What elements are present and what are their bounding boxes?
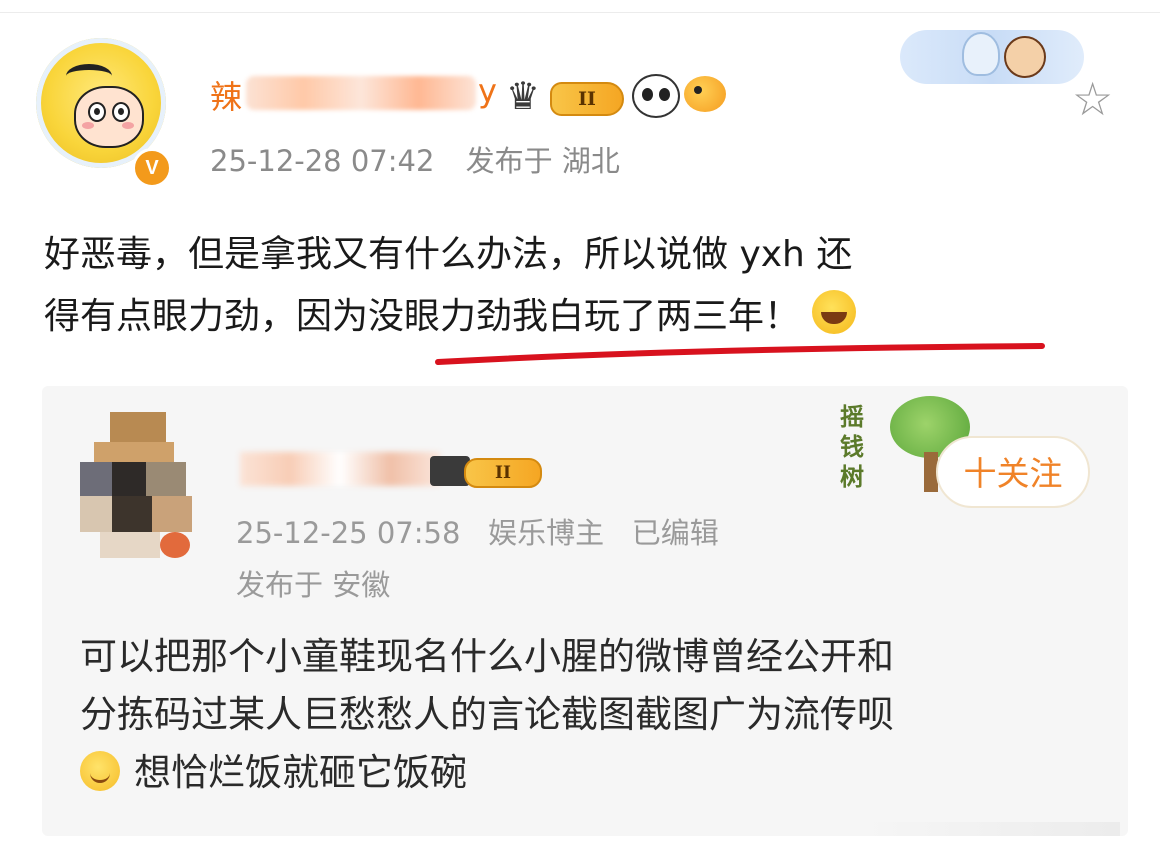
level-pill: II [550, 82, 624, 116]
username-mosaic [246, 76, 476, 110]
pufferfish-icon [684, 76, 726, 112]
avatar-eye-left [88, 102, 106, 122]
avatar-cheek-right [122, 122, 134, 129]
decoration-character-icon [962, 32, 1000, 76]
panda-icon [632, 74, 680, 118]
card-bottom-fade [860, 822, 1120, 836]
repost-author-avatar[interactable] [80, 412, 200, 562]
member-level-badge[interactable]: ♛ II [506, 72, 626, 118]
repost-meta: 25-12-25 07:58 娱乐博主 已编辑 [236, 516, 719, 550]
username-first-char: 辣 [210, 78, 244, 116]
avatar-mosaic-block [94, 442, 174, 464]
smile-emoji-icon [80, 751, 120, 791]
repost-text-line-2: 分拣码过某人巨愁愁人的言论截图截图广为流传呗 [80, 693, 894, 736]
avatar-mosaic-block [112, 462, 146, 496]
avatar-mosaic-block [100, 532, 160, 558]
post-location: 发布于 湖北 [465, 144, 620, 178]
avatar-mosaic-block [146, 462, 186, 496]
post-body: 好恶毒，但是拿我又有什么办法，所以说做 yxh 还 得有点眼力劲，因为没眼力劲我… [44, 224, 1134, 348]
verified-badge-icon: V [132, 148, 172, 188]
author-username[interactable]: 辣 [210, 72, 243, 118]
avatar-hair [66, 64, 112, 88]
follow-button[interactable]: 十关注 [936, 436, 1090, 508]
laughing-emoji-icon [812, 290, 857, 334]
red-underline-annotation [435, 343, 1045, 365]
decoration-boy-icon [1004, 36, 1046, 78]
avatar-cheek-left [82, 122, 94, 129]
author-avatar[interactable]: V [36, 38, 172, 188]
crown-icon: ♛ [506, 74, 541, 118]
repost-body: 可以把那个小童鞋现名什么小腥的微博曾经公开和 分拣码过某人巨愁愁人的言论截图截图… [80, 628, 1110, 802]
repost-text-line-1: 可以把那个小童鞋现名什么小腥的微博曾经公开和 [80, 635, 894, 678]
avatar-face [74, 86, 144, 148]
repost-username-mosaic[interactable] [240, 452, 440, 486]
repost-level-badge: II [430, 456, 542, 488]
tree-text: 摇钱树 [840, 402, 864, 491]
top-divider [0, 0, 1160, 13]
avatar-mosaic-block [160, 532, 190, 558]
post-meta: 25-12-28 07:42 发布于 湖北 [210, 138, 620, 180]
avatar-mosaic-block [80, 496, 112, 532]
repost-level-pill: II [464, 458, 542, 488]
repost-location: 发布于 安徽 [236, 568, 391, 602]
post-text-line-1: 好恶毒，但是拿我又有什么办法，所以说做 yxh 还 [44, 234, 853, 275]
avatar-mosaic-block [80, 462, 112, 496]
repost-text-line-3: 想恰烂饭就砸它饭碗 [80, 744, 1110, 802]
avatar-eye-right [112, 102, 130, 122]
post-text-line-2: 得有点眼力劲，因为没眼力劲我白玩了两三年！ [44, 286, 1134, 348]
post-timestamp: 25-12-28 07:42 [210, 144, 435, 178]
avatar-mosaic-block [112, 496, 152, 532]
favorite-star-icon[interactable]: ☆ [1072, 76, 1113, 122]
avatar-mosaic-block [152, 496, 192, 532]
username-tail: y [478, 72, 498, 110]
